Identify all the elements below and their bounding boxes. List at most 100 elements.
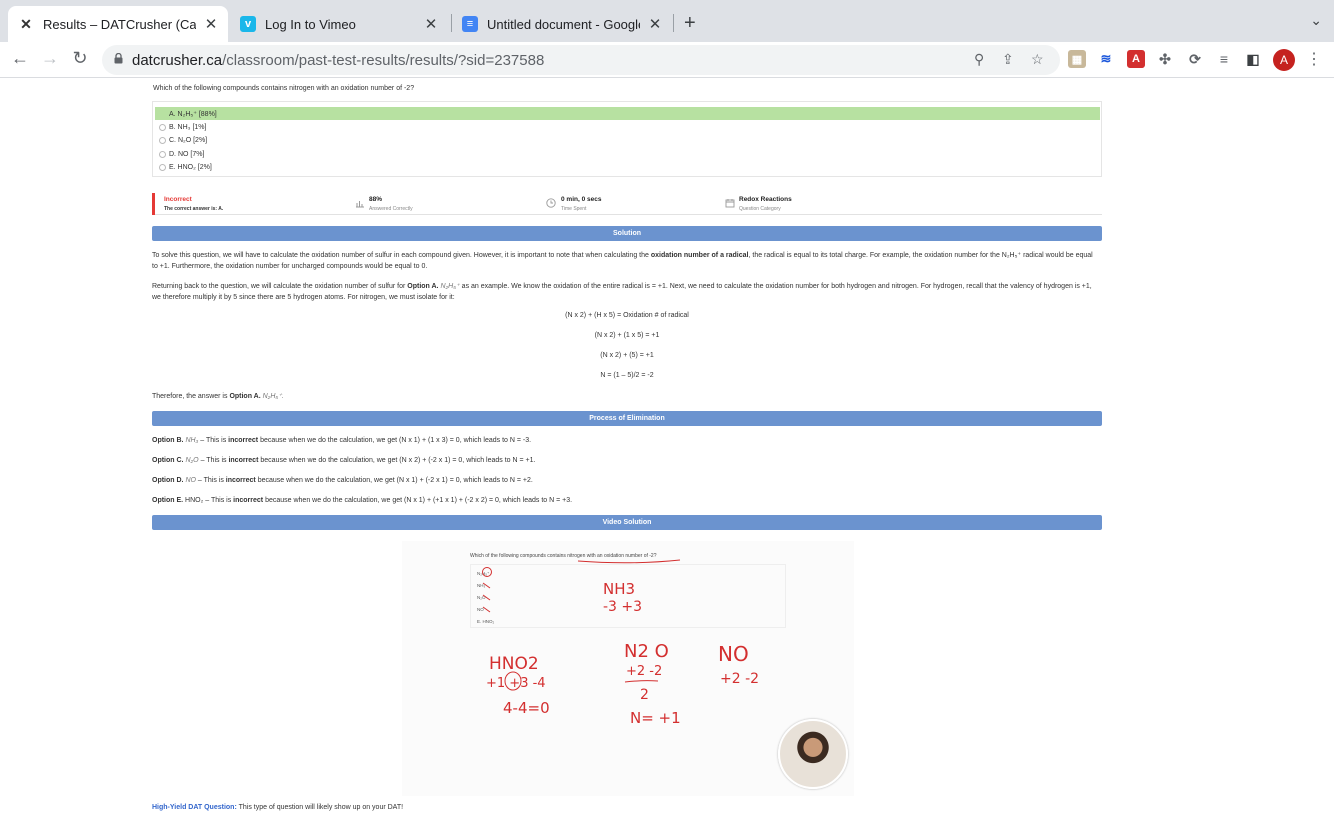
wave-extension-icon[interactable]: ≋ <box>1097 50 1115 68</box>
incorrect-indicator <box>152 193 155 215</box>
option-label: A. N₂H₅⁺ [88%] <box>169 110 217 118</box>
url-text: datcrusher.ca/classroom/past-test-result… <box>132 52 544 69</box>
option-ref: Option B. <box>152 437 184 444</box>
solution-conclusion: Therefore, the answer is Option A. N₂H₅⁺… <box>152 391 1097 402</box>
address-bar[interactable]: datcrusher.ca/classroom/past-test-result… <box>102 45 1060 75</box>
ink-nh3: NH3 <box>603 580 635 598</box>
category-value: Redox Reactions <box>739 196 792 203</box>
elimination-item-c: Option C. N₂O – This is incorrect becaus… <box>152 455 1097 466</box>
percent-label: Answered Correctly <box>369 206 413 212</box>
forward-arrow-icon[interactable]: → <box>38 48 62 69</box>
url-domain: datcrusher.ca <box>132 52 223 69</box>
text-run: – This is <box>198 457 229 464</box>
elimination-heading: Process of Elimination <box>152 411 1102 426</box>
tab-strip: ✕ Results – DATCrusher (Canada ✕ v Log I… <box>0 0 1334 42</box>
option-label: E. HNO₂ [2%] <box>169 164 212 171</box>
option-label: C. N₂O [2%] <box>169 137 208 144</box>
option-ref: Option E. <box>152 497 184 504</box>
equation-2: (N x 2) + (1 x 5) = +1 <box>594 332 660 339</box>
category-label: Question Category <box>739 206 781 212</box>
option-ref: Option D. <box>152 477 184 484</box>
elimination-item-e: Option E. HNO₂ – This is incorrect becau… <box>152 495 1097 506</box>
radio-icon <box>159 137 166 144</box>
reload-icon[interactable]: ↻ <box>68 48 92 69</box>
option-e[interactable]: E. HNO₂ [2%] <box>155 161 1100 174</box>
tab-title: Results – DATCrusher (Canada <box>43 16 196 32</box>
side-panel-icon[interactable]: ◧ <box>1244 50 1262 68</box>
ink-no: NO <box>718 642 749 666</box>
speed-extension-icon[interactable]: ⟳ <box>1186 50 1204 68</box>
close-tab-icon[interactable]: ✕ <box>424 15 438 33</box>
text-run-bold: incorrect <box>228 437 259 444</box>
tab-title: Log In to Vimeo <box>265 16 356 32</box>
share-icon[interactable]: ⇪ <box>1002 51 1014 68</box>
profile-avatar[interactable]: A <box>1273 49 1295 71</box>
text-run: because when we do the calculation, we g… <box>258 457 536 464</box>
tab-datcrusher[interactable]: ✕ Results – DATCrusher (Canada ✕ <box>8 6 228 42</box>
bar-chart-icon <box>356 201 364 208</box>
close-tab-icon[interactable]: ✕ <box>648 15 662 33</box>
text-run: Therefore, the answer is <box>152 393 230 400</box>
calculator-extension-icon[interactable]: ▦ <box>1068 50 1086 68</box>
datcrusher-x-icon: ✕ <box>18 16 34 32</box>
equation-1: (N x 2) + (H x 5) = Oxidation # of radic… <box>565 312 689 319</box>
ink-n2o-result: N= +1 <box>630 709 681 727</box>
acrobat-extension-icon[interactable]: A <box>1127 50 1145 68</box>
zoom-magnifier-icon[interactable]: ⚲ <box>974 51 984 68</box>
option-a[interactable]: A. N₂H₅⁺ [88%] <box>155 107 1100 120</box>
lock-icon <box>114 53 123 64</box>
tab-title: Untitled document - Google Do <box>487 16 640 32</box>
radio-icon <box>159 151 166 158</box>
ink-hno2: HNO2 <box>489 654 539 674</box>
tab-search-chevron-icon[interactable]: ⌄ <box>1310 12 1322 29</box>
result-stats: Incorrect The correct answer is: A. 88% … <box>152 193 1102 215</box>
ink-n2o-divisor: 2 <box>640 687 649 703</box>
close-tab-icon[interactable]: ✕ <box>204 15 218 33</box>
option-b[interactable]: B. NH₃ [1%] <box>155 121 1100 134</box>
text-run-bold: Option A. <box>407 283 439 290</box>
option-label: D. NO [7%] <box>169 151 205 158</box>
time-value: 0 min, 0 secs <box>561 196 602 203</box>
back-arrow-icon[interactable]: ← <box>8 48 32 69</box>
time-stat: 0 min, 0 secs Time Spent <box>561 196 601 212</box>
formula: HNO₂ <box>183 497 204 504</box>
vimeo-icon: v <box>240 16 256 32</box>
video-player[interactable]: Which of the following compounds contain… <box>402 541 854 796</box>
extensions-puzzle-icon[interactable]: ✣ <box>1156 50 1174 68</box>
calendar-icon <box>725 199 735 208</box>
high-yield-note: High-Yield DAT Question: This type of qu… <box>152 804 403 811</box>
ink-nh3-values: -3 +3 <box>603 599 642 615</box>
solution-paragraph-1: To solve this question, we will have to … <box>152 250 1097 272</box>
option-c[interactable]: C. N₂O [2%] <box>155 134 1100 147</box>
text-run: because when we do the calculation, we g… <box>258 437 532 444</box>
google-docs-icon: ≡ <box>462 16 478 32</box>
formula: NO <box>183 477 196 484</box>
formula: N₂H₅⁺. <box>260 393 284 400</box>
high-yield-label: High-Yield DAT Question: <box>152 804 237 811</box>
ink-hno2-values: +1 +3 -4 <box>486 676 546 691</box>
clock-icon <box>546 198 556 208</box>
menu-kebab-icon[interactable]: ⋮ <box>1306 49 1322 69</box>
page-content: Which of the following compounds contain… <box>0 79 1334 834</box>
text-run-bold: Option A. <box>229 393 261 400</box>
percent-value: 88% <box>369 196 383 203</box>
question-text: Which of the following compounds contain… <box>153 85 415 92</box>
text-run: – This is <box>203 497 234 504</box>
video-solution-heading: Video Solution <box>152 515 1102 530</box>
radio-icon <box>159 164 166 171</box>
reading-list-icon[interactable]: ≡ <box>1215 50 1233 68</box>
high-yield-text: This type of question will likely show u… <box>236 804 404 811</box>
text-run-bold: incorrect <box>228 457 259 464</box>
text-run: – This is <box>198 437 229 444</box>
tab-google-docs[interactable]: ≡ Untitled document - Google Do ✕ <box>452 6 672 42</box>
text-run-bold: incorrect <box>225 477 256 484</box>
elimination-item-d: Option D. NO – This is incorrect because… <box>152 475 1097 486</box>
text-run: because when we do the calculation, we g… <box>255 477 533 484</box>
text-run-bold: oxidation number of a radical <box>650 252 749 259</box>
option-d[interactable]: D. NO [7%] <box>155 148 1100 161</box>
new-tab-icon[interactable]: + <box>684 12 696 35</box>
bookmark-star-icon[interactable]: ☆ <box>1031 51 1044 68</box>
solution-heading: Solution <box>152 226 1102 241</box>
tab-vimeo[interactable]: v Log In to Vimeo ✕ <box>230 6 448 42</box>
result-stat: Incorrect The correct answer is: A. <box>164 196 223 212</box>
